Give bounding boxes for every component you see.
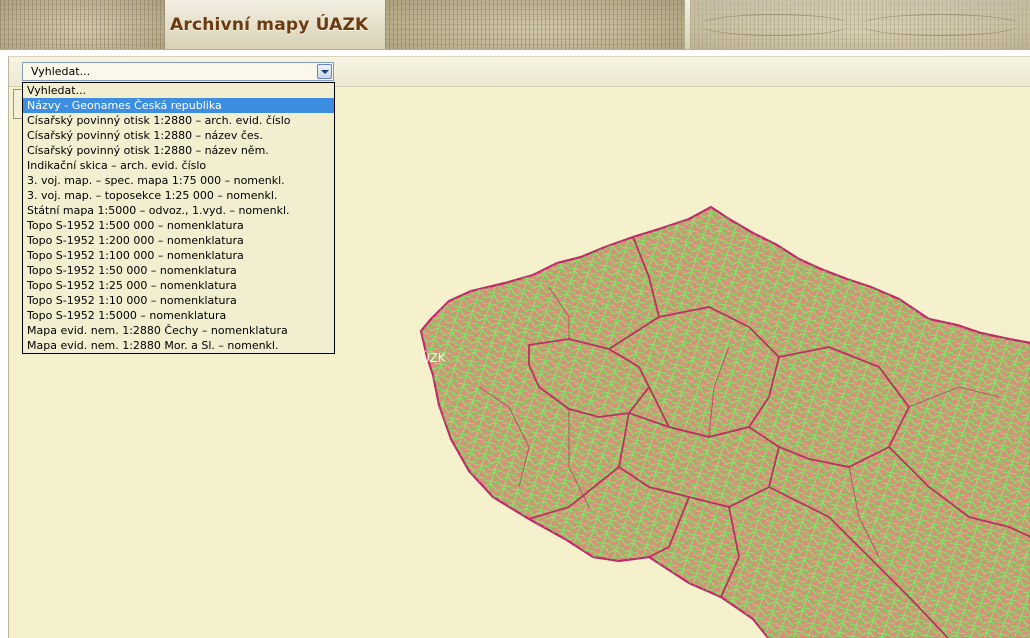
map-fine-parcels	[421, 207, 1030, 638]
search-combobox-value: Vyhledat...	[31, 65, 91, 78]
dropdown-option[interactable]: Císařský povinný otisk 1:2880 – název če…	[23, 128, 334, 143]
dropdown-option[interactable]: Topo S-1952 1:100 000 – nomenklatura	[23, 248, 334, 263]
banner-scroll-ornament	[700, 14, 850, 36]
dropdown-option[interactable]: Topo S-1952 1:10 000 – nomenklatura	[23, 293, 334, 308]
search-dropdown-list[interactable]: Vyhledat... Názvy - Geonames Česká republ…	[22, 82, 335, 354]
dropdown-option[interactable]: Topo S-1952 1:50 000 – nomenklatura	[23, 263, 334, 278]
banner-scroll-ornament	[860, 14, 1020, 36]
dropdown-option[interactable]: Názvy - Geonames Česká republika	[23, 98, 334, 113]
dropdown-option[interactable]: Mapa evid. nem. 1:2880 Mor. a Sl. – nome…	[23, 338, 334, 353]
dropdown-option[interactable]: 3. voj. map. – toposekce 1:25 000 – nome…	[23, 188, 334, 203]
dropdown-option[interactable]: Topo S-1952 1:200 000 – nomenklatura	[23, 233, 334, 248]
dropdown-option[interactable]: Indikační skica – arch. evid. číslo	[23, 158, 334, 173]
dropdown-option[interactable]: Státní mapa 1:5000 – odvoz., 1.vyd. – no…	[23, 203, 334, 218]
search-combobox[interactable]: Vyhledat...	[22, 62, 334, 81]
dropdown-option[interactable]: Topo S-1952 1:5000 – nomenklatura	[23, 308, 334, 323]
app-title: Archivní mapy ÚAZK	[170, 15, 369, 35]
dropdown-option[interactable]: Mapa evid. nem. 1:2880 Čechy – nomenklat…	[23, 323, 334, 338]
dropdown-option[interactable]: Topo S-1952 1:25 000 – nomenklatura	[23, 278, 334, 293]
dropdown-option[interactable]: Vyhledat...	[23, 83, 334, 98]
map-watermark: ÚZK	[421, 351, 446, 365]
header-banner: Archivní mapy ÚAZK	[0, 0, 1030, 50]
dropdown-option[interactable]: Topo S-1952 1:500 000 – nomenklatura	[23, 218, 334, 233]
dropdown-option[interactable]: Císařský povinný otisk 1:2880 – název ně…	[23, 143, 334, 158]
banner-engraving-left	[0, 0, 165, 49]
dropdown-option[interactable]: 3. voj. map. – spec. mapa 1:75 000 – nom…	[23, 173, 334, 188]
dropdown-option[interactable]: Císařský povinný otisk 1:2880 – arch. ev…	[23, 113, 334, 128]
banner-engraving-center	[385, 0, 685, 49]
chevron-down-icon[interactable]	[317, 64, 332, 79]
